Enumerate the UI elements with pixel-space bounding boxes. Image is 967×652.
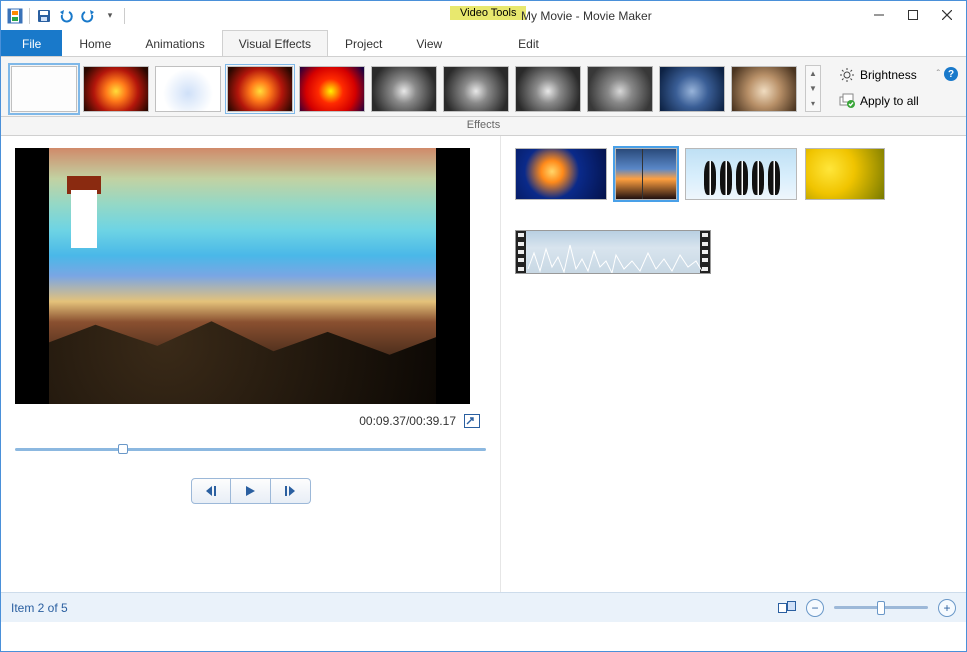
tab-home[interactable]: Home xyxy=(62,30,128,56)
tab-label: Animations xyxy=(145,37,204,51)
zoom-in-button[interactable]: + xyxy=(938,599,956,617)
seek-track xyxy=(15,448,486,451)
tab-label: Edit xyxy=(518,37,539,51)
zoom-slider[interactable] xyxy=(834,606,928,609)
time-display-row: 00:09.37/00:39.17 xyxy=(15,414,486,428)
effect-bw-1[interactable] xyxy=(371,66,437,112)
qat-customize-icon[interactable]: ▾ xyxy=(100,6,120,26)
video-track xyxy=(515,148,952,200)
gallery-expand-icon[interactable]: ▾ xyxy=(806,96,820,111)
playhead[interactable] xyxy=(642,148,643,200)
seek-bar[interactable] xyxy=(15,442,486,456)
timeline-clip[interactable] xyxy=(515,148,607,200)
view-thumbnails-icon[interactable] xyxy=(778,601,796,615)
status-item-text: Item 2 of 5 xyxy=(11,601,68,615)
tab-edit[interactable]: Edit xyxy=(501,30,556,56)
fullscreen-icon[interactable] xyxy=(464,414,480,428)
preview-frame-detail xyxy=(71,190,97,248)
effect-bw-3[interactable] xyxy=(515,66,581,112)
tab-label: View xyxy=(416,37,442,51)
effect-warm-glow[interactable] xyxy=(83,66,149,112)
timeline-clip[interactable] xyxy=(685,148,797,200)
effect-none[interactable] xyxy=(11,66,77,112)
tab-label: Project xyxy=(345,37,382,51)
effect-bw-2[interactable] xyxy=(443,66,509,112)
seek-thumb[interactable] xyxy=(118,444,128,454)
effects-gallery: ▲ ▼ ▾ xyxy=(11,65,821,112)
tab-animations[interactable]: Animations xyxy=(128,30,221,56)
gallery-scroll-down-icon[interactable]: ▼ xyxy=(806,81,820,96)
timeline-pane[interactable] xyxy=(501,136,966,592)
tab-visual-effects[interactable]: Visual Effects xyxy=(222,30,328,56)
effect-bw-negative[interactable] xyxy=(587,66,653,112)
preview-pane: 00:09.37/00:39.17 xyxy=(1,136,501,592)
apply-all-label: Apply to all xyxy=(860,94,919,108)
effect-cool-tone[interactable] xyxy=(659,66,725,112)
ribbon-tabs: File Home Animations Visual Effects Proj… xyxy=(1,30,966,57)
tab-file[interactable]: File xyxy=(1,30,62,56)
brightness-icon xyxy=(839,67,855,83)
content-area: 00:09.37/00:39.17 xyxy=(1,136,966,592)
effect-posterize[interactable] xyxy=(227,66,293,112)
previous-frame-button[interactable] xyxy=(191,478,231,504)
apply-all-icon xyxy=(839,93,855,109)
gallery-scroll-up-icon[interactable]: ▲ xyxy=(806,66,820,81)
playback-controls xyxy=(15,478,486,504)
separator xyxy=(124,8,125,24)
zoom-out-button[interactable]: − xyxy=(806,599,824,617)
tab-label: Home xyxy=(79,37,111,51)
ribbon-group-label: Effects xyxy=(1,117,966,136)
zoom-thumb[interactable] xyxy=(877,601,885,615)
ribbon-panel: ▲ ▼ ▾ Brightness Apply to all xyxy=(1,57,966,117)
time-current: 00:09.37 xyxy=(359,414,406,428)
tab-label: File xyxy=(22,37,41,51)
timeline-clip[interactable] xyxy=(805,148,885,200)
contextual-tab-label: Video Tools xyxy=(450,6,526,20)
effect-diamond[interactable] xyxy=(155,66,221,112)
preview-monitor xyxy=(15,148,470,404)
time-total: 00:39.17 xyxy=(409,414,456,428)
separator xyxy=(29,8,30,24)
tab-project[interactable]: Project xyxy=(328,30,399,56)
apply-to-all-button[interactable]: Apply to all xyxy=(835,91,923,111)
next-frame-button[interactable] xyxy=(271,478,311,504)
maximize-button[interactable] xyxy=(896,3,930,27)
gallery-scroll: ▲ ▼ ▾ xyxy=(805,65,821,112)
save-icon[interactable] xyxy=(34,6,54,26)
brightness-label: Brightness xyxy=(860,68,917,82)
collapse-ribbon-icon[interactable]: ˆ xyxy=(937,69,940,80)
ribbon-actions: Brightness Apply to all xyxy=(835,65,923,111)
time-display: 00:09.37/00:39.17 xyxy=(359,414,456,428)
brightness-button[interactable]: Brightness xyxy=(835,65,923,85)
effect-threshold-red[interactable] xyxy=(299,66,365,112)
waveform-icon xyxy=(516,231,711,274)
effect-sepia[interactable] xyxy=(731,66,797,112)
status-right: − + xyxy=(778,599,956,617)
play-button[interactable] xyxy=(231,478,271,504)
quick-access-toolbar: ▾ xyxy=(1,6,127,26)
timeline-clip[interactable] xyxy=(615,148,677,200)
minimize-button[interactable] xyxy=(862,3,896,27)
help-icon[interactable]: ? xyxy=(944,67,958,81)
tab-view[interactable]: View xyxy=(399,30,459,56)
window-controls xyxy=(862,3,964,27)
audio-clip[interactable] xyxy=(515,230,711,274)
title-bar: ▾ Video Tools My Movie - Movie Maker xyxy=(1,1,966,30)
tab-label: Visual Effects xyxy=(239,37,311,51)
window-title: My Movie - Movie Maker xyxy=(521,9,652,23)
app-icon[interactable] xyxy=(5,6,25,26)
status-bar: Item 2 of 5 − + xyxy=(1,592,966,622)
redo-icon[interactable] xyxy=(78,6,98,26)
undo-icon[interactable] xyxy=(56,6,76,26)
close-button[interactable] xyxy=(930,3,964,27)
